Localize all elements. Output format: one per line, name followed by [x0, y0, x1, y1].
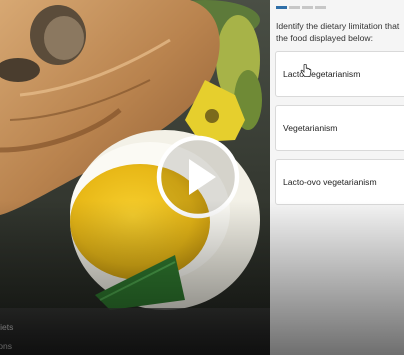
caption-band — [0, 308, 270, 355]
video-player[interactable]: Diets tions — [0, 0, 270, 355]
question-text: Identify the dietary limitation that the… — [276, 21, 400, 43]
progress-indicator — [276, 6, 326, 9]
answer-option-lacto-ovo-vegetarianism[interactable]: Lacto-ovo vegetarianism — [275, 159, 404, 205]
play-icon[interactable] — [156, 135, 240, 219]
hand-cursor-icon — [300, 64, 312, 77]
quiz-panel: Identify the dietary limitation that the… — [270, 0, 404, 355]
progress-segment — [315, 6, 326, 9]
answer-option-label: Lacto-ovo vegetarianism — [283, 177, 377, 187]
progress-segment — [302, 6, 313, 9]
answer-option-lacto-vegetarianism[interactable]: Lacto-vegetarianism — [275, 51, 404, 97]
answer-option-label: Lacto-vegetarianism — [283, 69, 361, 79]
answer-option-label: Vegetarianism — [283, 123, 338, 133]
progress-segment — [289, 6, 300, 9]
progress-segment — [276, 6, 287, 9]
answer-option-vegetarianism[interactable]: Vegetarianism — [275, 105, 404, 151]
caption-line-2: tions — [0, 341, 12, 351]
caption-line-1: Diets — [0, 322, 14, 332]
